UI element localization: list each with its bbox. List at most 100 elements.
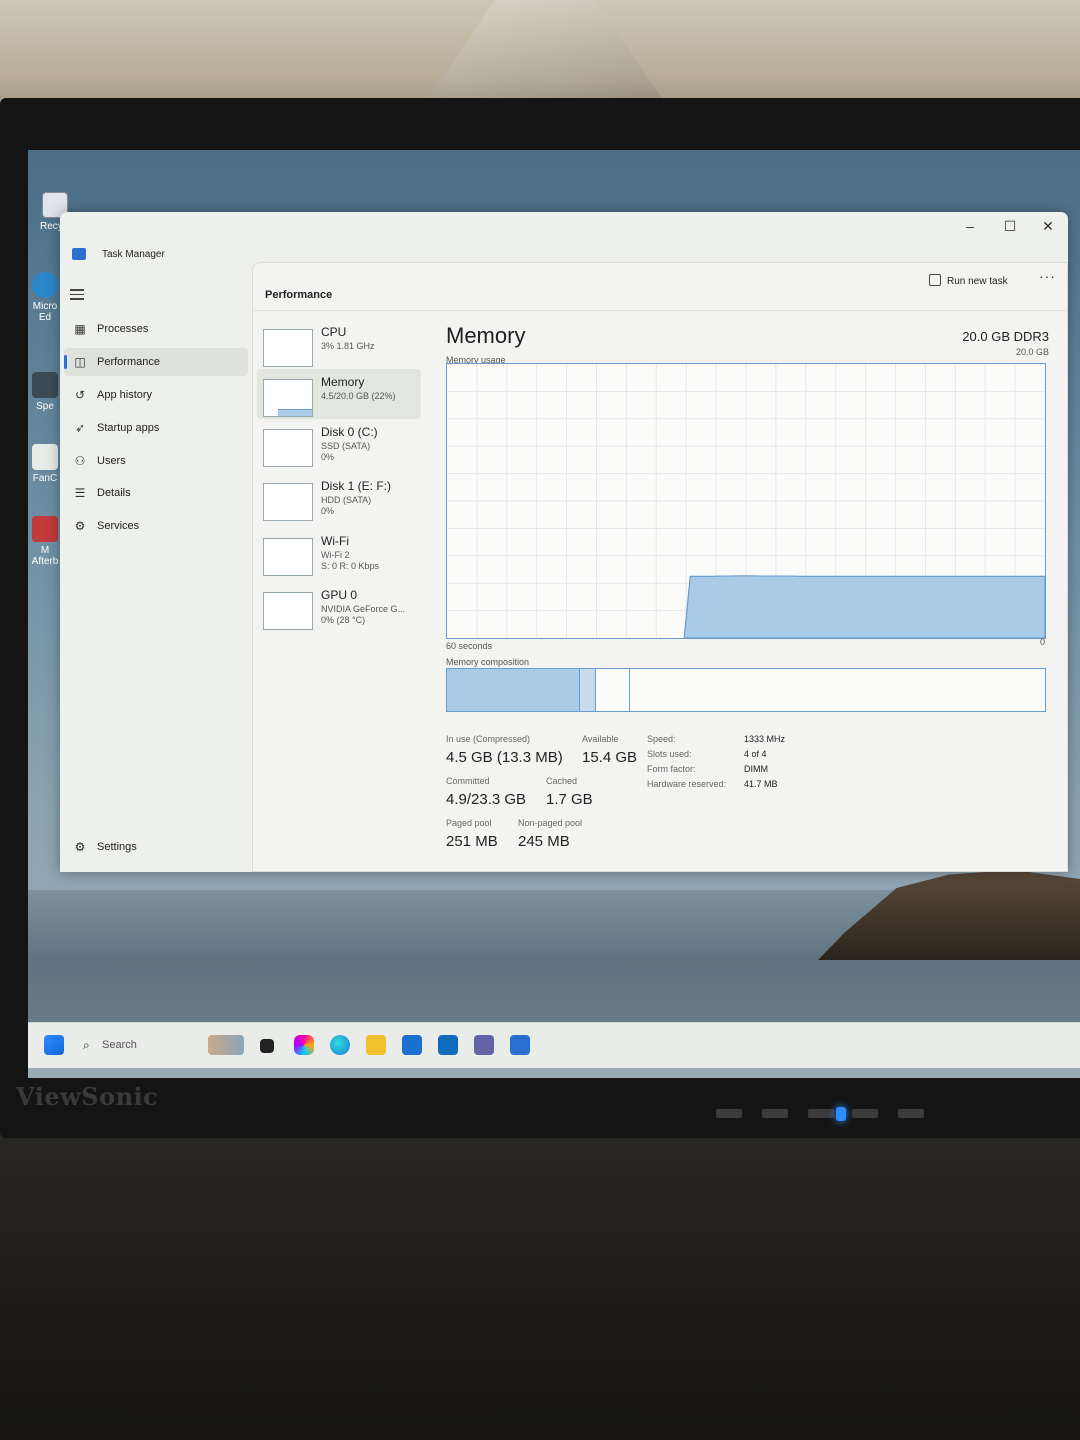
composition-modified [580, 669, 596, 711]
device-thumbnail-graph [263, 538, 313, 576]
desktop-icon-edge[interactable]: Micro Ed [30, 272, 60, 323]
puzzle-icon: ⚙ [74, 519, 86, 533]
performance-panel: Performance Run new task ··· CPU 3% 1.81 … [252, 262, 1068, 872]
zero-label: 0 [1040, 637, 1046, 647]
sidebar-item-processes[interactable]: ▦ Processes [64, 315, 248, 343]
more-options-button[interactable]: ··· [1039, 268, 1056, 284]
device-gpu-0[interactable]: GPU 0 NVIDIA GeForce G... 0% (28 °C) [257, 582, 421, 632]
hardware-reserved-label: Hardware reserved: [647, 779, 727, 789]
cached-value: 1.7 GB [546, 791, 593, 808]
in-use-label: In use (Compressed) [446, 734, 531, 744]
memory-type: 20.0 GB DDR3 [962, 329, 1049, 344]
device-memory[interactable]: Memory 4.5/20.0 GB (22%) [257, 369, 421, 419]
sidebar-item-label: Performance [97, 356, 160, 368]
device-detail: S: 0 R: 0 Kbps [321, 561, 380, 571]
monitor-button[interactable] [716, 1109, 742, 1118]
sidebar-item-app-history[interactable]: ↺ App history [64, 381, 248, 409]
time-span-label: 60 seconds [446, 641, 493, 651]
sidebar-item-label: App history [97, 389, 153, 401]
sidebar-item-details[interactable]: ☰ Details [64, 479, 248, 507]
rocket-icon: ➶ [74, 421, 86, 435]
device-detail: 3% 1.81 GHz [321, 341, 375, 351]
sidebar-item-label: Services [97, 520, 140, 532]
maximize-button[interactable]: ☐ [992, 214, 1028, 238]
speed-value: 1333 MHz [744, 734, 786, 744]
desktop-icon-speccy[interactable]: Spe [30, 372, 60, 412]
device-thumbnail-graph [263, 483, 313, 521]
close-button[interactable]: ✕ [1030, 214, 1066, 238]
sidebar-item-label: Users [97, 455, 126, 467]
device-detail: HDD (SATA) [321, 495, 372, 505]
device-detail: 0% [321, 452, 335, 462]
device-name: Disk 1 (E: F:) [321, 479, 392, 493]
start-icon[interactable] [44, 1035, 64, 1055]
device-cpu[interactable]: CPU 3% 1.81 GHz [257, 319, 421, 369]
edge-icon [32, 272, 58, 298]
task-manager-taskbar-icon[interactable] [510, 1035, 530, 1055]
monitor-button[interactable] [808, 1109, 834, 1118]
composition-label: Memory composition [446, 657, 530, 667]
slots-value: 4 of 4 [744, 749, 767, 759]
device-disk-0-c[interactable]: Disk 0 (C:) SSD (SATA) 0% [257, 419, 421, 469]
desktop-icon-afterburner[interactable]: M Afterb [30, 516, 60, 567]
sidebar-item-users[interactable]: ⚇ Users [64, 447, 248, 475]
committed-value: 4.9/23.3 GB [446, 791, 527, 808]
in-use-value: 4.5 GB (13.3 MB) [446, 749, 563, 766]
sidebar-item-performance[interactable]: ◫ Performance [64, 348, 248, 376]
panel-header: Performance Run new task ··· [253, 263, 1067, 311]
device-wi-fi[interactable]: Wi-Fi Wi-Fi 2 S: 0 R: 0 Kbps [257, 528, 421, 578]
sidebar-item-label: Details [97, 487, 131, 499]
app-icon [32, 372, 58, 398]
memory-usage-graph [446, 363, 1046, 639]
form-factor-value: DIMM [744, 764, 768, 774]
thumbnail-fill [278, 409, 312, 416]
device-thumbnail-graph [263, 329, 313, 367]
sidebar-item-settings[interactable]: ⚙ Settings [64, 834, 248, 860]
search-icon: ⌕ [83, 1038, 90, 1052]
available-label: Available [582, 734, 619, 744]
cached-label: Cached [546, 776, 578, 786]
grid-icon: ▦ [74, 322, 86, 336]
store-icon[interactable] [402, 1035, 422, 1055]
run-new-task-button[interactable]: Run new task [929, 274, 1008, 287]
outlook-icon[interactable] [438, 1035, 458, 1055]
monitor-button[interactable] [898, 1109, 924, 1118]
device-detail: 0% (28 °C) [321, 615, 366, 625]
device-disk-1-e-f[interactable]: Disk 1 (E: F:) HDD (SATA) 0% [257, 473, 421, 523]
memory-heading: Memory [446, 323, 526, 348]
hardware-reserved-value: 41.7 MB [744, 779, 778, 789]
afterburner-icon [32, 516, 58, 542]
nonpaged-pool-value: 245 MB [518, 833, 570, 850]
window-title: Task Manager [102, 249, 165, 260]
memory-composition-bar [446, 668, 1046, 712]
history-icon: ↺ [74, 388, 86, 402]
usage-max-label: 20.0 GB [1015, 347, 1049, 357]
copilot-icon[interactable] [294, 1035, 314, 1055]
nonpaged-pool-label: Non-paged pool [518, 818, 583, 828]
speed-label: Speed: [647, 734, 676, 744]
task-view-icon[interactable] [260, 1039, 274, 1053]
monitor-button[interactable] [762, 1109, 788, 1118]
teams-icon[interactable] [474, 1035, 494, 1055]
hamburger-menu-icon[interactable] [70, 289, 84, 300]
taskbar: ⌕ Search [28, 1022, 1080, 1068]
fan-icon [32, 444, 58, 470]
available-value: 15.4 GB [582, 749, 638, 766]
widgets-icon[interactable] [208, 1035, 244, 1055]
task-manager-icon [72, 248, 86, 260]
device-name: GPU 0 [321, 588, 358, 602]
wall-shadow [420, 0, 670, 110]
sidebar-item-label: Startup apps [97, 422, 160, 434]
monitor-button[interactable] [852, 1109, 878, 1118]
edge-icon[interactable] [330, 1035, 350, 1055]
desk [0, 1120, 1080, 1440]
file-explorer-icon[interactable] [366, 1035, 386, 1055]
sidebar-item-startup-apps[interactable]: ➶ Startup apps [64, 414, 248, 442]
desktop-icon-fancontrol[interactable]: FanC [30, 444, 60, 484]
device-name: CPU [321, 325, 347, 339]
device-detail: 4.5/20.0 GB (22%) [321, 391, 396, 401]
device-detail: NVIDIA GeForce G... [321, 604, 406, 614]
minimize-button[interactable]: – [952, 214, 988, 238]
usage-graph-svg [447, 364, 1045, 638]
sidebar-item-services[interactable]: ⚙ Services [64, 512, 248, 540]
